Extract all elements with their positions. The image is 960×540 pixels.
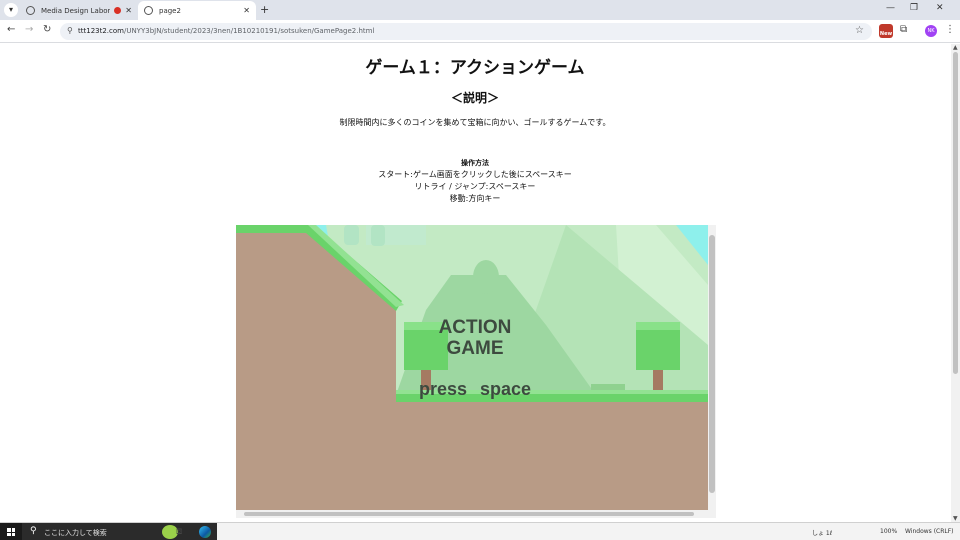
task-view-icon[interactable]: ⧈ [176,526,182,537]
cloud-pillar-2 [371,225,385,246]
tab-page2[interactable]: page2 ✕ [138,1,256,20]
tab-media-design-lab[interactable]: Media Design Laboratory ... ✕ [20,1,138,20]
tree-right-top [636,322,680,330]
url-text[interactable]: ttt123t2.com/UNYY3bJN/student/2023/3nen/… [78,27,374,35]
game-frame-scrollbar-horizontal[interactable] [236,510,708,518]
ground-lower [396,392,708,510]
new-tab-button[interactable]: + [260,3,269,16]
address-bar[interactable]: ⚲ ttt123t2.com/UNYY3bJN/student/2023/3ne… [60,23,872,40]
taskbar-search[interactable]: ⚲ ここに入力して検索 [22,523,217,540]
edge-browser-icon[interactable] [199,526,211,538]
game-frame-hscroll-thumb[interactable] [244,512,694,516]
page-title: ゲーム１：アクションゲーム [365,58,585,78]
tray-status[interactable]: Windows (CRLF) [905,528,954,535]
tab-title: page2 [159,6,181,15]
tree-right-trunk [653,370,663,392]
control-line-move: 移動:方向キー [449,194,501,203]
minimize-icon[interactable]: — [886,3,895,13]
restore-icon[interactable]: ❐ [910,3,918,13]
section-heading: ＜説明＞ [450,91,499,105]
close-tab-icon[interactable]: ✕ [243,6,250,15]
control-line-start: スタート:ゲーム画面をクリックした後にスペースキー [378,170,572,179]
globe-icon [26,6,35,15]
url-host: ttt123t2.com [78,27,124,35]
tray-zoom[interactable]: 100% [880,528,897,535]
tab-strip: ▾ Media Design Laboratory ... ✕ page2 ✕ … [0,0,960,20]
back-icon[interactable]: ← [7,24,15,35]
grass-top-left [236,225,308,229]
game-frame-scrollbar-thumb[interactable] [709,235,715,493]
profile-avatar[interactable]: NK [925,25,937,37]
close-window-icon[interactable]: ✕ [936,3,944,13]
extensions-puzzle-icon[interactable]: ⧉ [900,24,907,35]
globe-icon [144,6,153,15]
page-scrollbar[interactable]: ▲ ▼ [951,44,960,522]
reload-icon[interactable]: ↻ [43,24,51,35]
search-icon: ⚲ [30,526,37,536]
tab-title: Media Design Laboratory ... [41,6,111,15]
game-scene [236,225,708,510]
mountain-peak-rock [473,260,499,294]
controls-block: 操作方法 スタート:ゲーム画面をクリックした後にスペースキー リトライ / ジャ… [0,157,950,205]
windows-taskbar: ⚲ ここに入力して検索 ⧈ しょ 1ℓ 100% Windows (CRLF) [0,522,960,540]
bookmark-star-icon[interactable]: ☆ [855,25,864,36]
taskbar-search-placeholder: ここに入力して検索 [44,529,107,537]
cloud-pillar-1 [344,225,359,245]
site-info-icon[interactable]: ⚲ [67,26,73,35]
game-title-line1: ACTION [438,317,512,338]
game-canvas[interactable]: ACTION GAME press space [236,225,708,510]
game-frame-scrollbar-vertical[interactable] [708,225,716,518]
game-title-line2: GAME [446,338,504,359]
start-button[interactable] [0,523,22,540]
controls-title: 操作方法 [461,159,489,167]
extension-new-badge[interactable]: New [879,24,893,38]
url-path: /UNYY3bJN/student/2023/3nen/1B10210191/s… [123,27,375,35]
recording-icon [114,7,122,14]
windows-logo-icon [7,528,15,536]
game-description: 制限時間内に多くのコインを集めて宝箱に向かい、ゴールするゲームです。 [339,118,611,127]
browser-menu-icon[interactable]: ⋮ [945,24,955,35]
game-start-prompt: press space [418,379,532,399]
close-tab-icon[interactable]: ✕ [125,6,132,15]
scroll-up-icon[interactable]: ▲ [953,44,958,51]
browser-toolbar: ← → ↻ ⚲ ttt123t2.com/UNYY3bJN/student/20… [0,20,960,43]
tray-ime[interactable]: しょ 1ℓ [812,528,832,537]
forward-icon[interactable]: → [25,24,33,35]
control-line-retry-jump: リトライ / ジャンプ:スペースキー [414,182,536,191]
page-scrollbar-thumb[interactable] [953,52,958,374]
tab-search-button[interactable]: ▾ [4,3,18,17]
scroll-down-icon[interactable]: ▼ [953,515,958,522]
